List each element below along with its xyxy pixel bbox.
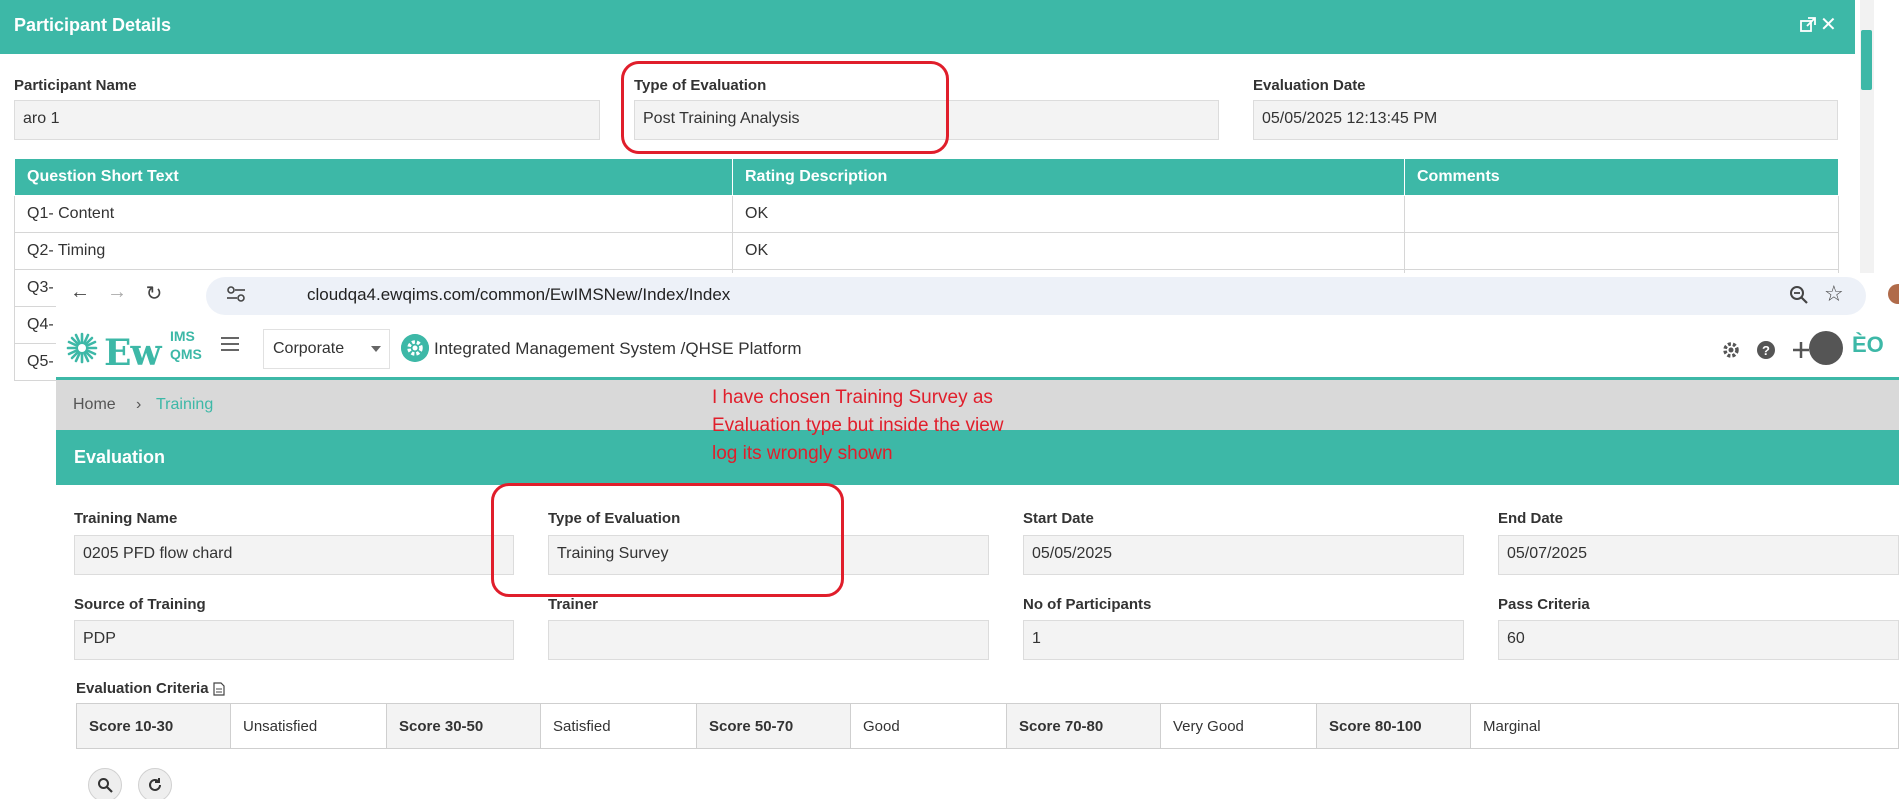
site-settings-icon[interactable] — [226, 286, 246, 302]
rating-cell: OK — [732, 195, 1405, 233]
criteria-desc-cell: Very Good — [1161, 704, 1317, 748]
pass-criteria-label: Pass Criteria — [1498, 596, 1590, 613]
criteria-score-cell: Score 10-30 — [77, 704, 231, 748]
svg-text:?: ? — [1762, 343, 1770, 358]
criteria-score-cell: Score 30-50 — [387, 704, 541, 748]
no-of-participants-label: No of Participants — [1023, 596, 1152, 613]
no-of-participants-field: 1 — [1023, 620, 1464, 660]
ewqims-logo[interactable]: Ew IMS QMS — [66, 324, 202, 374]
start-date-field: 05/05/2025 — [1023, 535, 1464, 575]
comments-cell — [1404, 195, 1839, 233]
question-cell: Q1- Content — [14, 195, 733, 233]
source-of-training-field: PDP — [74, 620, 514, 660]
url-text[interactable]: cloudqa4.ewqims.com/common/EwIMSNew/Inde… — [307, 285, 730, 305]
close-icon[interactable]: ✕ — [1820, 12, 1837, 37]
corner-brand-logo: ÈO — [1852, 332, 1884, 357]
logo-text-ims: IMS — [170, 328, 195, 344]
sunburst-logo-icon — [66, 332, 98, 364]
browser-toolbar: ← → ↻ cloudqa4.ewqims.com/common/EwIMSNe… — [56, 273, 1899, 318]
highlight-box-evaluation-type — [491, 483, 844, 597]
popout-icon[interactable] — [1800, 17, 1816, 33]
participant-modal-header: Participant Details ✕ — [0, 0, 1855, 54]
pass-criteria-field: 60 — [1498, 620, 1899, 660]
hamburger-menu-icon[interactable] — [221, 336, 241, 352]
evaluation-date-field: 05/05/2025 12:13:45 PM — [1253, 100, 1838, 140]
trainer-field — [548, 620, 989, 660]
criteria-score-cell: Score 50-70 — [697, 704, 851, 748]
criteria-score-cell: Score 80-100 — [1317, 704, 1471, 748]
add-plus-icon[interactable] — [1791, 340, 1811, 360]
reload-icon[interactable]: ↻ — [140, 281, 168, 306]
refresh-icon — [149, 778, 161, 791]
department-selected-value: Corporate — [273, 340, 345, 357]
comments-cell — [1404, 232, 1839, 270]
profile-avatar[interactable] — [1888, 284, 1899, 304]
platform-title: Integrated Management System /QHSE Platf… — [434, 339, 802, 358]
user-avatar[interactable] — [1809, 331, 1843, 365]
logo-text-qms: QMS — [170, 346, 202, 362]
app-header: Ew IMS QMS Corporate Integrated Manageme… — [56, 318, 1899, 380]
criteria-desc-cell: Unsatisfied — [231, 704, 387, 748]
refresh-button[interactable] — [138, 768, 172, 799]
forward-arrow-icon[interactable]: → — [103, 281, 131, 304]
participant-name-label: Participant Name — [14, 77, 137, 94]
question-cell: Q2- Timing — [14, 232, 733, 270]
evaluation-title: Evaluation — [74, 447, 166, 467]
platform-gear-icon — [401, 334, 429, 362]
column-header-question[interactable]: Question Short Text — [14, 158, 733, 196]
bookmark-star-icon[interactable]: ☆ — [1824, 281, 1844, 307]
document-icon[interactable] — [213, 682, 225, 696]
criteria-desc-cell: Marginal — [1483, 718, 1541, 735]
zoom-icon[interactable] — [1789, 285, 1809, 305]
browser-window: ← → ↻ cloudqa4.ewqims.com/common/EwIMSNe… — [56, 273, 1899, 799]
training-name-field: 0205 PFD flow chard — [74, 535, 514, 575]
department-select[interactable]: Corporate — [263, 329, 390, 369]
column-header-comments[interactable]: Comments — [1404, 158, 1839, 196]
evaluation-criteria-label: Evaluation Criteria — [76, 680, 209, 697]
rating-cell: OK — [732, 232, 1405, 270]
column-header-rating[interactable]: Rating Description — [732, 158, 1405, 196]
annotation-note: I have chosen Training Survey as Evaluat… — [712, 387, 1004, 464]
trainer-label: Trainer — [548, 596, 599, 613]
training-name-label: Training Name — [74, 510, 178, 527]
end-date-label: End Date — [1498, 510, 1564, 527]
participant-modal-title: Participant Details — [14, 15, 172, 35]
help-icon[interactable]: ? — [1756, 340, 1776, 360]
settings-gear-icon[interactable] — [1721, 340, 1741, 360]
criteria-desc-cell: Good — [851, 704, 1007, 748]
table-row: Q2- Timing OK — [14, 232, 1839, 270]
modal-scrollbar-thumb[interactable] — [1861, 30, 1872, 90]
highlight-box-modal-type — [621, 61, 949, 154]
back-arrow-icon[interactable]: ← — [66, 281, 94, 304]
source-of-training-label: Source of Training — [74, 596, 206, 613]
start-date-label: Start Date — [1023, 510, 1094, 527]
evaluation-criteria-table: Score 10-30 Unsatisfied Score 30-50 Sati… — [76, 703, 1899, 749]
criteria-desc-cell: Satisfied — [541, 704, 697, 748]
evaluation-date-label: Evaluation Date — [1253, 77, 1366, 94]
chevron-down-icon — [371, 346, 381, 352]
breadcrumb-home[interactable]: Home — [73, 396, 116, 414]
question-table-header: Question Short Text Rating Description C… — [14, 158, 1839, 196]
breadcrumb-separator: › — [136, 396, 142, 413]
search-icon — [98, 778, 113, 793]
table-row: Q1- Content OK — [14, 195, 1839, 233]
search-button[interactable] — [88, 768, 122, 799]
end-date-field: 05/07/2025 — [1498, 535, 1899, 575]
criteria-score-cell: Score 70-80 — [1007, 704, 1161, 748]
participant-name-field: aro 1 — [14, 100, 600, 140]
breadcrumb-training[interactable]: Training — [156, 396, 213, 414]
logo-text-ew: Ew — [104, 332, 161, 374]
